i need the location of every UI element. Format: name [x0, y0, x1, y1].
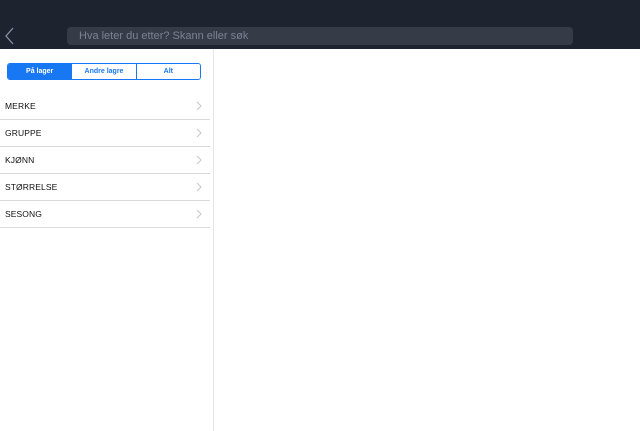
chevron-right-icon: [196, 209, 202, 219]
segment-on-stock[interactable]: På lager: [8, 64, 72, 79]
chevron-left-icon: [5, 27, 14, 45]
filter-item-label: GRUPPE: [5, 128, 42, 138]
chevron-right-icon: [196, 182, 202, 192]
search-field[interactable]: [67, 27, 573, 45]
filter-item-group[interactable]: GRUPPE: [0, 120, 210, 147]
filter-item-gender[interactable]: KJØNN: [0, 147, 210, 174]
filter-sidebar: På lager Andre lagre Alt MERKE GRUPPE KJ…: [0, 49, 214, 431]
chevron-right-icon: [196, 128, 202, 138]
search-input[interactable]: [79, 30, 573, 42]
back-button[interactable]: [2, 26, 18, 46]
filter-item-label: SESONG: [5, 209, 42, 219]
chevron-right-icon: [196, 101, 202, 111]
stock-segmented-control: På lager Andre lagre Alt: [7, 63, 201, 80]
filter-item-size[interactable]: STØRRELSE: [0, 174, 210, 201]
segment-other-stores[interactable]: Andre lagre: [71, 64, 136, 79]
top-bar: [0, 0, 640, 49]
filter-list: MERKE GRUPPE KJØNN STØRRELSE SESONG: [0, 93, 210, 228]
filter-item-label: MERKE: [5, 101, 36, 111]
filter-item-brand[interactable]: MERKE: [0, 93, 210, 120]
filter-item-label: KJØNN: [5, 155, 35, 165]
segment-all[interactable]: Alt: [135, 64, 200, 79]
filter-item-season[interactable]: SESONG: [0, 201, 210, 228]
chevron-right-icon: [196, 155, 202, 165]
filter-item-label: STØRRELSE: [5, 182, 58, 192]
results-area: [215, 49, 640, 431]
